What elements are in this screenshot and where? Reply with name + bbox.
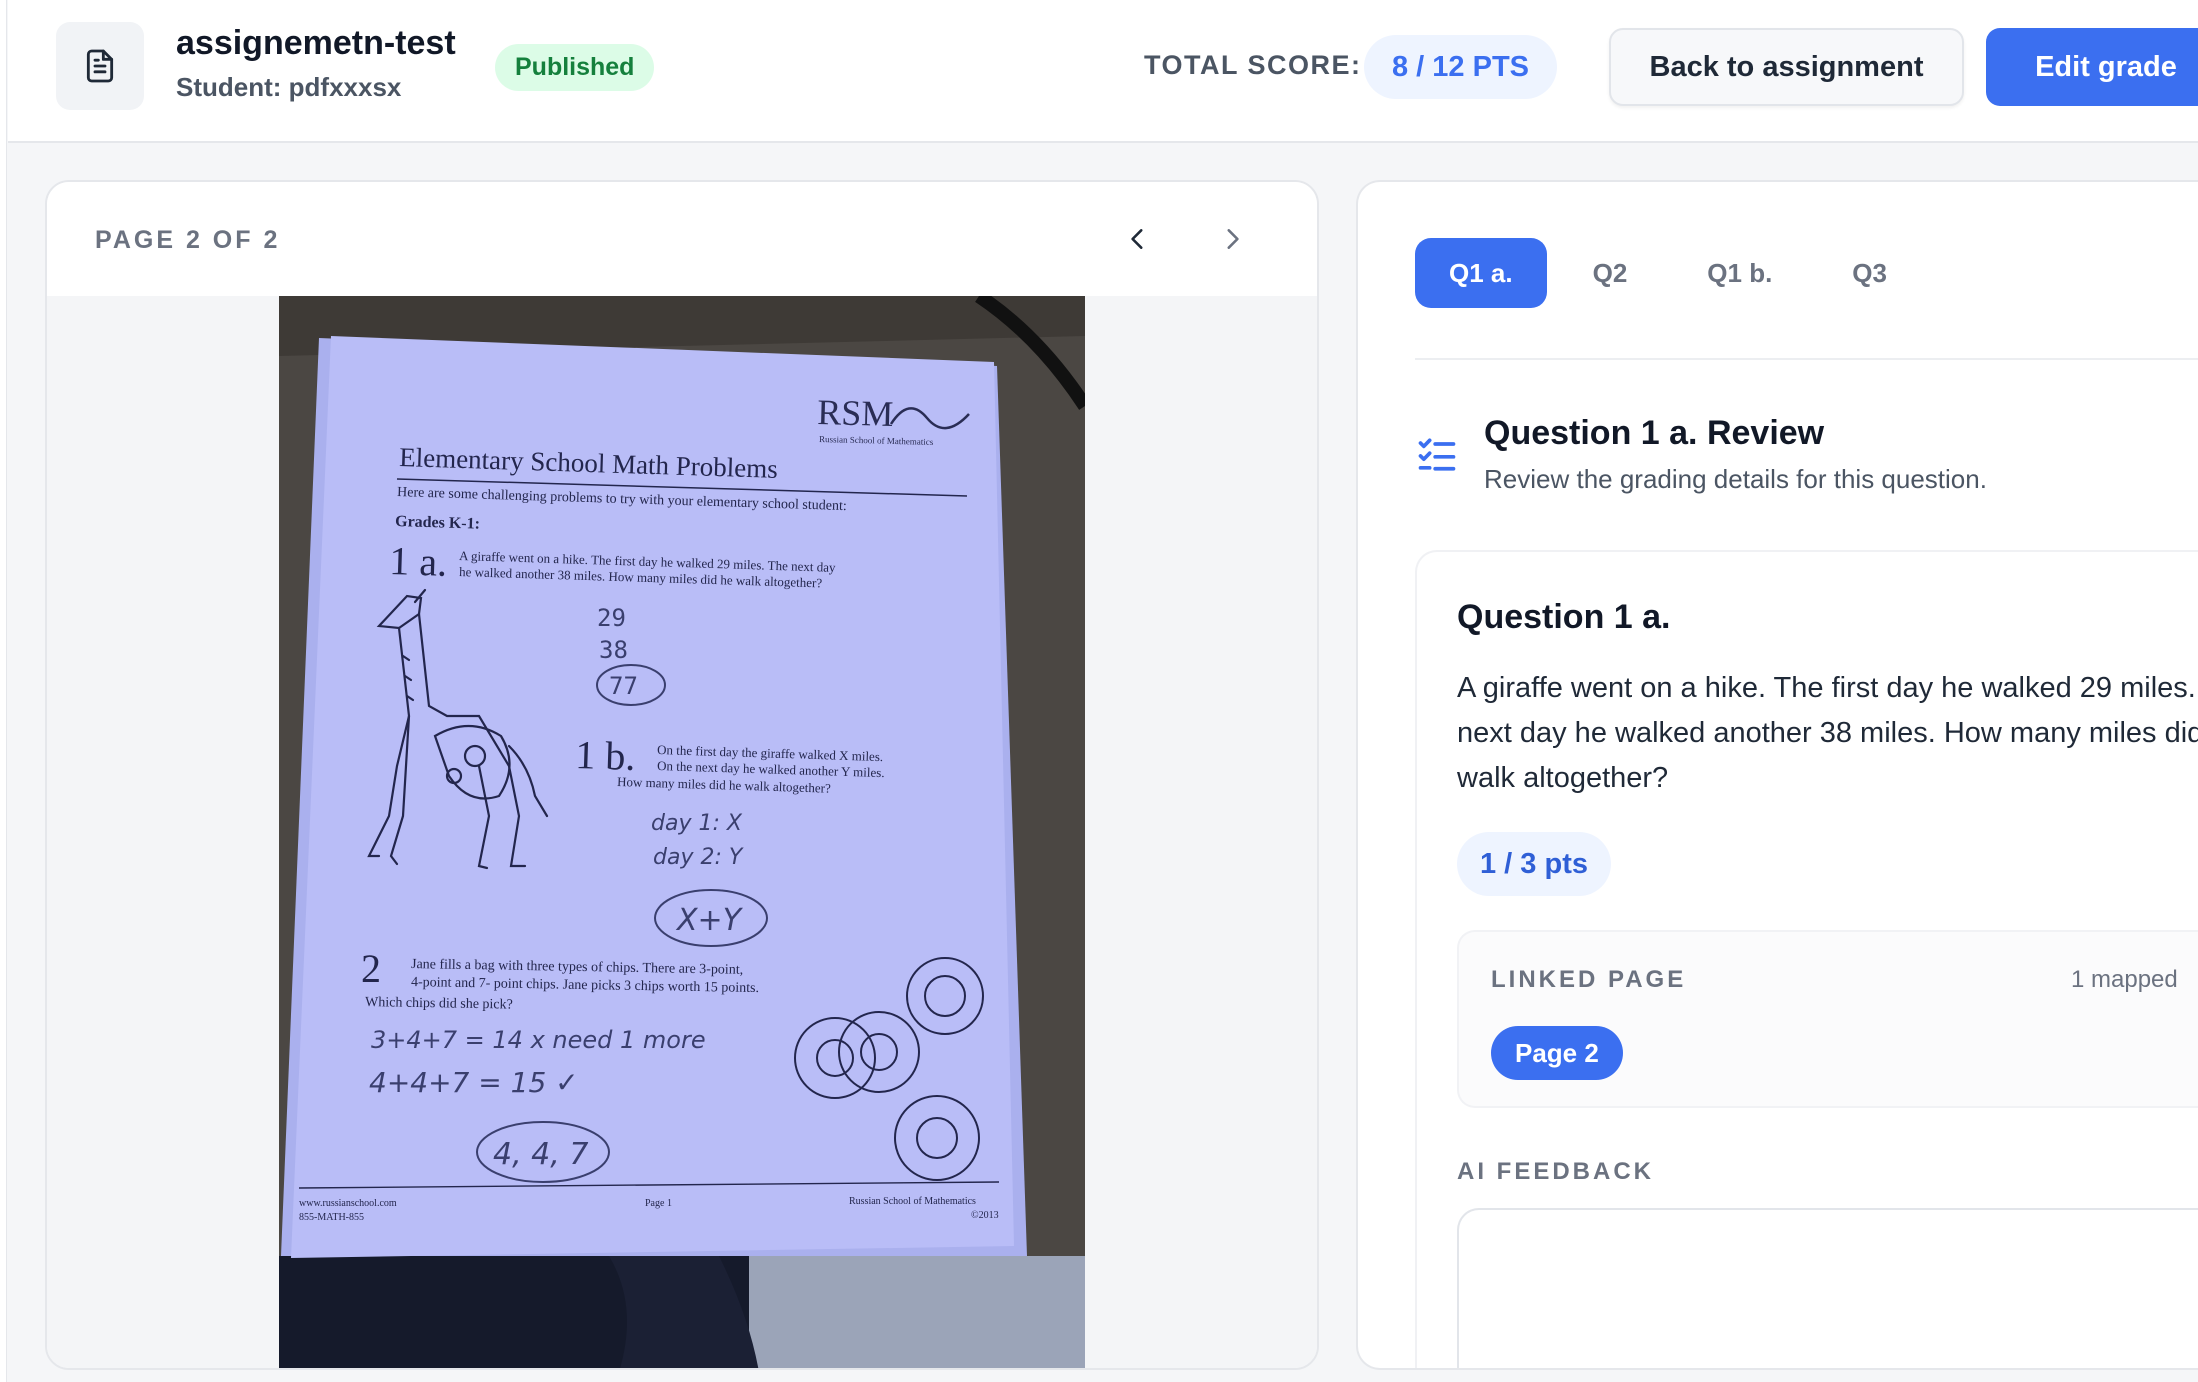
page-header: assignemetn-test Student: pdfxxxsx Publi… bbox=[8, 0, 2198, 143]
worksheet-q2-work1: 3+4+7 = 14 x need 1 more bbox=[371, 1026, 706, 1054]
total-score-label: TOTAL SCORE: bbox=[1144, 50, 1362, 80]
tabs-divider bbox=[1415, 358, 2198, 360]
mapped-count: 1 mapped bbox=[2071, 966, 2178, 993]
question-points: 1 / 3 pts bbox=[1457, 832, 1611, 896]
question-review-card: Q1 a. Q2 Q1 b. Q3 Question 1 a. Review R… bbox=[1356, 180, 2198, 1370]
next-page-button[interactable] bbox=[1207, 214, 1257, 264]
document-icon bbox=[56, 22, 144, 110]
worksheet-footer-center: Page 1 bbox=[645, 1198, 672, 1209]
worksheet-logo: RSM bbox=[817, 392, 894, 434]
tab-q2[interactable]: Q2 bbox=[1559, 238, 1662, 308]
submission-page-image[interactable]: RSM Russian School of Mathematics Elemen… bbox=[279, 296, 1085, 1368]
worksheet-q1a-work1: 29 bbox=[597, 604, 626, 632]
linked-page-section: LINKED PAGE 1 mapped Page 2 bbox=[1457, 930, 2198, 1108]
worksheet-q2-answer: 4, 4, 7 bbox=[493, 1137, 588, 1172]
question-text: A giraffe went on a hike. The first day … bbox=[1457, 672, 2198, 794]
review-subtitle: Review the grading details for this ques… bbox=[1484, 464, 1987, 494]
chevron-right-icon bbox=[1227, 229, 1239, 249]
worksheet-q1b-work1: day 1: X bbox=[651, 811, 743, 836]
worksheet-grades: Grades K-1: bbox=[395, 513, 480, 533]
worksheet-footer-right2: ©2013 bbox=[971, 1210, 999, 1221]
review-title: Question 1 a. Review bbox=[1484, 414, 1825, 452]
ai-feedback-box[interactable] bbox=[1457, 1208, 2198, 1368]
page-viewer-card: PAGE 2 OF 2 RSM Russian School of Mathem… bbox=[45, 180, 1319, 1370]
status-badge: Published bbox=[495, 44, 655, 91]
worksheet-q1a-number: 1 a. bbox=[389, 538, 448, 585]
worksheet-q2-number: 2 bbox=[361, 946, 381, 991]
previous-page-button[interactable] bbox=[1113, 214, 1163, 264]
worksheet-q1a-answer: 77 bbox=[609, 672, 638, 700]
page-indicator: PAGE 2 OF 2 bbox=[95, 226, 281, 254]
total-score-value: 8 / 12 PTS bbox=[1364, 35, 1558, 99]
tab-q3[interactable]: Q3 bbox=[1818, 238, 1921, 308]
question-detail-card: Question 1 a. A giraffe went on a hike. … bbox=[1415, 550, 2198, 1368]
tab-q1b[interactable]: Q1 b. bbox=[1673, 238, 1806, 308]
worksheet-q2-work2: 4+4+7 = 15 ✓ bbox=[369, 1066, 579, 1099]
student-name: Student: pdfxxxsx bbox=[176, 72, 402, 102]
checklist-icon bbox=[1418, 438, 1456, 471]
question-tabs: Q1 a. Q2 Q1 b. Q3 bbox=[1415, 238, 1921, 308]
window-left-edge bbox=[0, 0, 7, 1382]
worksheet-footer-left2: 855-MATH-855 bbox=[299, 1212, 364, 1223]
worksheet-q2-line3: Which chips did she pick? bbox=[365, 995, 513, 1013]
worksheet-q1a-work2: 38 bbox=[599, 636, 628, 664]
page-viewer-header: PAGE 2 OF 2 bbox=[47, 182, 1317, 296]
question-title: Question 1 a. bbox=[1457, 598, 1671, 636]
worksheet-q1b-work2: day 2: Y bbox=[653, 845, 744, 870]
back-to-assignment-button[interactable]: Back to assignment bbox=[1609, 28, 1964, 106]
assignment-title: assignemetn-test bbox=[176, 24, 456, 62]
ai-feedback-label: AI FEEDBACK bbox=[1457, 1158, 1655, 1185]
worksheet-q1b-number: 1 b. bbox=[575, 732, 636, 779]
edit-grade-button[interactable]: Edit grade bbox=[1986, 28, 2198, 106]
worksheet-footer-left1: www.russianschool.com bbox=[299, 1198, 397, 1209]
linked-page-chip[interactable]: Page 2 bbox=[1491, 1026, 1623, 1080]
worksheet-q1b-answer: X+Y bbox=[675, 903, 744, 938]
page-image-area: RSM Russian School of Mathematics Elemen… bbox=[47, 296, 1317, 1368]
linked-page-label: LINKED PAGE bbox=[1491, 966, 1687, 993]
tab-q1a[interactable]: Q1 a. bbox=[1415, 238, 1547, 308]
chevron-left-icon bbox=[1131, 229, 1143, 249]
worksheet-footer-right1: Russian School of Mathematics bbox=[849, 1196, 976, 1207]
